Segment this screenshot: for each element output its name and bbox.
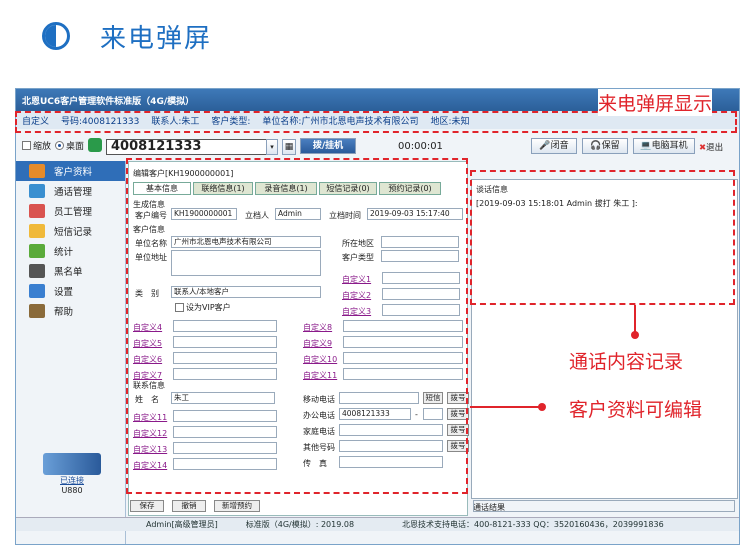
sidebar-item-label: 客户资料 [54,167,93,178]
sidebar-item[interactable]: 统计 [16,241,125,261]
bottom-bar: 保存 撤销 新增预约 通话结果 [128,497,738,515]
sidebar-item-icon [29,224,45,238]
pc-icon: 💻 [640,141,652,151]
call-result-field[interactable] [473,500,735,512]
sidebar-item-label: 短信记录 [54,227,93,238]
hold-button[interactable]: 🎧保留 [582,138,628,154]
sidebar-item[interactable]: 短信记录 [16,221,125,241]
mic-icon: 🎤 [539,141,551,151]
sidebar-item[interactable]: 员工管理 [16,201,125,221]
sidebar-item-label: 黑名单 [54,267,83,278]
status-user: Admin[高级管理员] [146,520,218,529]
sidebar-item[interactable]: 通话管理 [16,181,125,201]
sidebar-item-label: 统计 [54,247,74,258]
desktop-label: 桌面 [66,141,85,152]
device-model: U880 [61,486,83,495]
sidebar-item-icon [29,284,45,298]
zoom-checkbox[interactable] [22,140,31,150]
save-button[interactable]: 保存 [130,500,164,512]
sidebar-item-icon [29,264,45,278]
mute-label: 闭音 [550,141,569,151]
record-dot [631,331,639,339]
sidebar-item-icon [29,304,45,318]
exit-button[interactable]: ✖退出 [699,141,723,153]
hold-label: 保留 [601,141,620,151]
device-icon [43,453,101,475]
status-bar: Admin[高级管理员] 标准版（4G/模拟）: 2019.08 北恩技术支持电… [16,517,739,531]
sidebar-item-icon [29,164,45,178]
sidebar-item-label: 设置 [54,287,74,298]
status-version: 标准版（4G/模拟）: 2019.08 [245,520,355,529]
sidebar-item[interactable]: 帮助 [16,301,125,321]
chevron-down-icon[interactable]: ▾ [266,139,278,155]
keypad-icon[interactable]: ▦ [282,139,296,155]
call-timer: 00:00:01 [398,141,443,152]
sidebar-item-icon [29,184,45,198]
sidebar-item-icon [29,204,45,218]
desktop-radio[interactable] [55,140,65,150]
sidebar-item[interactable]: 黑名单 [16,261,125,281]
exit-label: 退出 [706,143,724,153]
page-title: 来电弹屏 [100,24,213,54]
cancel-button[interactable]: 撤销 [172,500,206,512]
annotation-popup: 来电弹屏显示 [598,89,713,116]
headset-label: 电脑耳机 [651,141,688,151]
mute-button[interactable]: 🎤闭音 [531,138,577,154]
annotation-edit: 客户资料可编辑 [569,399,703,421]
phone-icon [88,138,103,152]
annotation-record: 通话内容记录 [569,351,684,373]
phone-number-input[interactable]: 4008121333 [106,139,278,155]
sidebar-item[interactable]: 客户资料 [16,161,125,181]
device-status: 已连接 U880 [32,453,112,495]
sidebar-item-label: 员工管理 [54,207,93,218]
record-highlight [470,170,735,305]
add-appointment-button[interactable]: 新增预约 [214,500,260,512]
half-circle-icon [42,22,70,50]
status-support: 北恩技术支持电话：400-8121-333 QQ：3520160436，2039… [402,520,664,529]
headset-button[interactable]: 💻电脑耳机 [633,138,695,154]
edit-dot [538,403,546,411]
sidebar-item-label: 帮助 [54,307,74,318]
sidebar-item-icon [29,244,45,258]
dial-hangup-button[interactable]: 拨/挂机 [300,138,356,154]
edit-highlight [126,158,468,494]
headphone-icon: 🎧 [590,141,602,151]
edit-line [470,406,542,408]
sidebar-item[interactable]: 设置 [16,281,125,301]
sidebar-item-label: 通话管理 [54,187,93,198]
sidebar: 客户资料通话管理员工管理短信记录统计黑名单设置帮助 已连接 U880 [16,161,126,544]
device-status-link[interactable]: 已连接 [32,475,112,486]
zoom-label: 缩放 [33,141,52,152]
